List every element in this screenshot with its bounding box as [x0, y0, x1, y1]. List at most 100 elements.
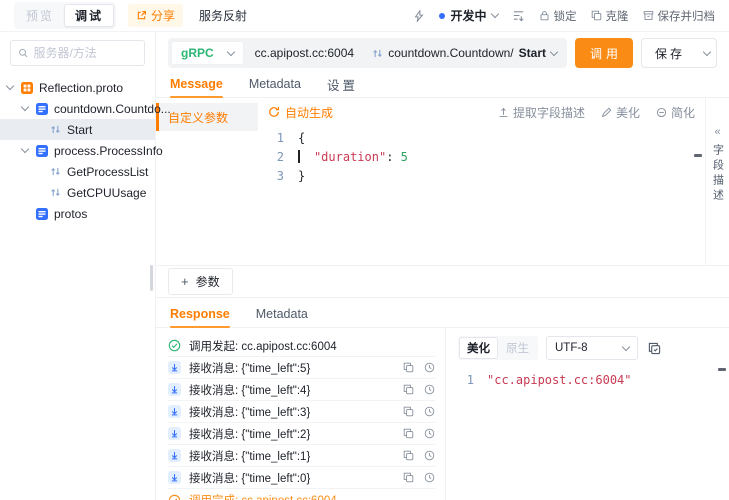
minify-icon: [656, 107, 667, 118]
copy-icon[interactable]: [403, 362, 414, 373]
stream-method-icon: [50, 124, 61, 135]
refresh-icon: [268, 106, 280, 118]
clone-button[interactable]: 克隆: [591, 8, 629, 24]
service-tree: Reflection.proto countdown.Countdo... St…: [0, 77, 155, 224]
raw-view-button[interactable]: 原生: [498, 337, 537, 359]
chevron-down-icon[interactable]: [22, 107, 36, 110]
log-text: 接收消息: {"time_left":5}: [189, 360, 310, 376]
viewer-scrollbar[interactable]: [718, 368, 726, 371]
copy-icon[interactable]: [403, 428, 414, 439]
copy-response-button[interactable]: [648, 342, 661, 355]
search-input[interactable]: [33, 46, 137, 60]
encoding-select[interactable]: UTF-8: [546, 336, 638, 360]
copy-icon[interactable]: [403, 450, 414, 461]
log-actions: [403, 384, 435, 395]
log-text: 接收消息: {"time_left":1}: [189, 448, 310, 464]
url-input[interactable]: cc.apipost.cc:6004: [247, 46, 363, 60]
service-icon: [36, 145, 48, 157]
tab-debug[interactable]: 调试: [64, 4, 114, 27]
service-icon: [36, 208, 48, 220]
log-row-message: 接收消息: {"time_left":4}: [168, 379, 435, 401]
log-actions: [403, 406, 435, 417]
auto-generate-button[interactable]: 自动生成: [268, 104, 333, 121]
copy-icon[interactable]: [403, 406, 414, 417]
collapse-left-icon: «: [714, 126, 720, 138]
lock-button[interactable]: 锁定: [539, 8, 577, 24]
tab-preview[interactable]: 预览: [16, 4, 64, 27]
flash-icon[interactable]: [413, 10, 425, 22]
share-button[interactable]: 分享: [128, 4, 183, 27]
tree-item-label: countdown.Countdo...: [54, 102, 171, 116]
method-select[interactable]: countdown.Countdown/Start: [362, 46, 567, 60]
chevron-down-icon[interactable]: [22, 149, 36, 152]
tree-item-protos[interactable]: protos: [0, 203, 155, 224]
response-viewer: 美化 原生 UTF-8 1 "cc.apipost.cc:60: [446, 328, 729, 500]
response-text: "cc.apipost.cc:6004": [487, 373, 632, 387]
clock-icon[interactable]: [424, 472, 435, 483]
call-button[interactable]: 调用: [575, 38, 633, 68]
beautify-button[interactable]: 美化: [601, 104, 640, 121]
app-root: 预览 调试 分享 服务反射 开发中 锁定 克隆: [0, 0, 729, 500]
tab-settings[interactable]: 设置: [327, 71, 358, 97]
main-panel: gRPC cc.apipost.cc:6004 countdown.Countd…: [156, 32, 729, 500]
log-text: 接收消息: {"time_left":3}: [189, 404, 310, 420]
tree-item-getcpuusage-method[interactable]: GetCPUUsage: [0, 182, 155, 203]
minify-button[interactable]: 简化: [656, 104, 695, 121]
copy-icon[interactable]: [403, 472, 414, 483]
log-row-message: 接收消息: {"time_left":2}: [168, 423, 435, 445]
tree-item-process-service[interactable]: process.ProcessInfo: [0, 140, 155, 161]
tree-item-countdown-service[interactable]: countdown.Countdo...: [0, 98, 155, 119]
check-circle-icon: [168, 339, 181, 352]
json-editor[interactable]: 1 { 2 "duration": 5 3 }: [258, 126, 705, 265]
plus-icon: +: [181, 274, 189, 289]
chevron-down-icon: [226, 47, 234, 55]
param-type-list: 自定义参数: [156, 98, 258, 265]
clock-icon[interactable]: [424, 362, 435, 373]
clock-icon[interactable]: [424, 428, 435, 439]
protocol-select[interactable]: gRPC: [171, 41, 244, 65]
field-description-rail[interactable]: « 字段描述: [705, 98, 729, 265]
tree-item-start-method[interactable]: Start: [0, 119, 155, 140]
status-dropdown[interactable]: 开发中: [439, 7, 497, 24]
editor-toolbar: 自动生成 提取字段描述 美化: [258, 98, 705, 126]
extract-fields-button[interactable]: 提取字段描述: [498, 104, 585, 121]
sidebar-scrollbar[interactable]: [150, 265, 153, 291]
encoding-label: UTF-8: [555, 342, 588, 354]
add-param-row: + 参数: [156, 266, 729, 298]
chevron-down-icon[interactable]: [7, 86, 21, 89]
editor-scrollbar[interactable]: [694, 154, 702, 157]
save-button[interactable]: 保存: [642, 39, 698, 67]
clock-icon[interactable]: [424, 450, 435, 461]
tab-response-metadata[interactable]: Metadata: [256, 301, 308, 327]
tab-response[interactable]: Response: [170, 301, 230, 327]
save-dropdown-button[interactable]: [698, 39, 716, 67]
tree-item-label: Reflection.proto: [39, 81, 123, 95]
download-arrow-icon: [168, 449, 181, 462]
copy-icon[interactable]: [403, 384, 414, 395]
beautify-view-button[interactable]: 美化: [459, 337, 498, 359]
tree-item-reflection-proto[interactable]: Reflection.proto: [0, 77, 155, 98]
tree-item-label: process.ProcessInfo: [54, 144, 163, 158]
add-param-button[interactable]: + 参数: [168, 268, 233, 295]
history-icon[interactable]: [512, 9, 525, 22]
chevron-down-icon: [550, 47, 558, 55]
code-line: 1 {: [258, 129, 705, 148]
json-value: 5: [401, 150, 408, 164]
request-tabs: Message Metadata 设置: [156, 71, 729, 98]
custom-params-item[interactable]: 自定义参数: [156, 103, 258, 131]
download-arrow-icon: [168, 383, 181, 396]
search-box: [10, 40, 145, 66]
clock-icon[interactable]: [424, 384, 435, 395]
tab-metadata[interactable]: Metadata: [249, 71, 301, 97]
log-row-message: 接收消息: {"time_left":1}: [168, 445, 435, 467]
save-archive-button[interactable]: 保存并归档: [643, 8, 716, 24]
extract-icon: [498, 107, 509, 118]
log-text: 调用完成: cc.apipost.cc:6004: [189, 492, 337, 500]
editor-tools: 提取字段描述 美化 简化: [498, 104, 695, 121]
clock-icon[interactable]: [424, 406, 435, 417]
response-content[interactable]: 1 "cc.apipost.cc:6004": [458, 373, 719, 387]
tree-item-getprocesslist-method[interactable]: GetProcessList: [0, 161, 155, 182]
tree-item-label: Start: [67, 123, 92, 137]
tab-service-reflection[interactable]: 服务反射: [199, 7, 247, 24]
tab-message[interactable]: Message: [170, 71, 223, 97]
